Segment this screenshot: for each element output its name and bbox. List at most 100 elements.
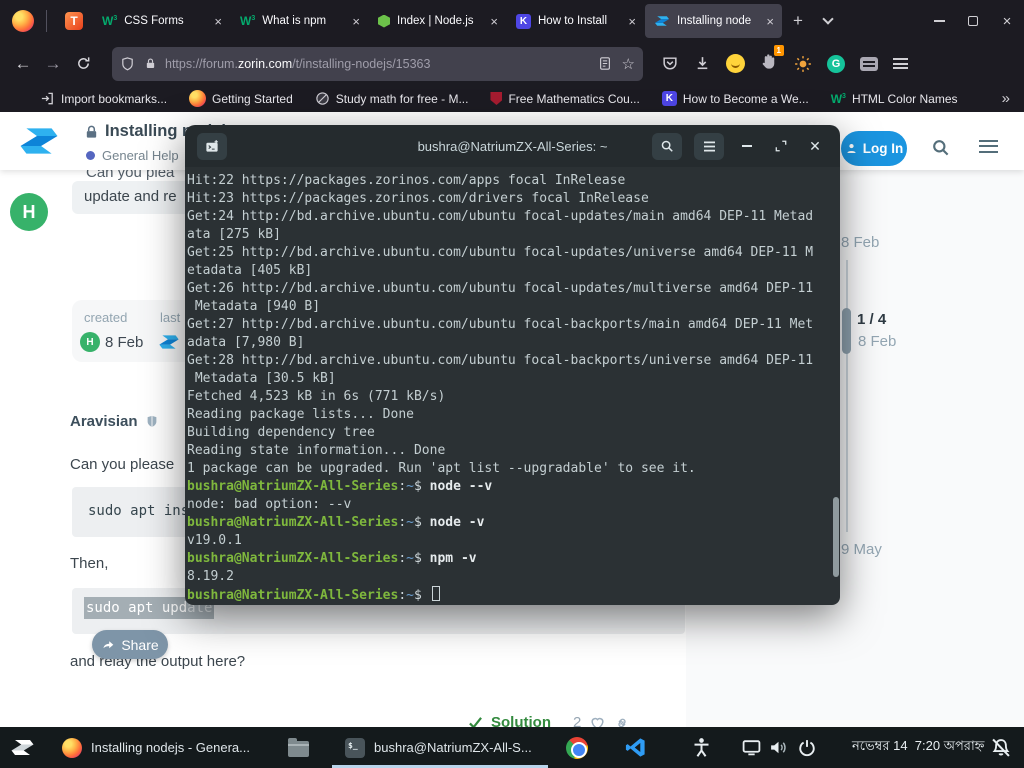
bookmark-import-bookmarks[interactable]: Import bookmarks... — [40, 91, 167, 106]
bookmarks-overflow-icon[interactable]: » — [1002, 90, 1010, 107]
terminal-line: v19.0.1 — [187, 532, 836, 550]
tab-close-icon[interactable]: × — [212, 14, 224, 29]
tab-close-icon[interactable]: × — [764, 14, 776, 29]
dark-reader-sun-icon[interactable] — [794, 55, 812, 73]
moderator-shield-icon — [145, 414, 159, 429]
tab-close-icon[interactable]: × — [350, 14, 362, 29]
like-count: 2 — [573, 714, 581, 727]
timeline-scrubber[interactable] — [842, 308, 851, 354]
tab-index-node-js[interactable]: Index | Node.js× — [369, 4, 506, 38]
folder-icon — [288, 741, 309, 757]
kinsta-icon: K — [516, 14, 531, 29]
minimize-icon — [742, 145, 752, 147]
browser-menu-icon[interactable] — [893, 58, 908, 69]
terminal-scrollbar[interactable] — [833, 497, 839, 577]
tab-installing-node[interactable]: Installing node× — [645, 4, 782, 38]
maximize-button[interactable] — [956, 0, 990, 42]
tab-list-button[interactable] — [813, 6, 843, 36]
post-author[interactable]: Aravisian — [70, 413, 159, 430]
pinned-tab[interactable]: T — [55, 4, 93, 38]
tab-what-is-npm[interactable]: W3What is npm× — [231, 4, 368, 38]
avatar[interactable]: H — [10, 193, 48, 231]
terminal-line: bushra@NatriumZX-All-Series:~$ node -v — [187, 514, 836, 532]
back-button[interactable]: ← — [8, 49, 38, 79]
power-button[interactable] — [798, 727, 816, 768]
notes-extension-icon[interactable] — [860, 57, 878, 71]
terminal-output[interactable]: Hit:22 https://packages.zorinos.com/apps… — [185, 167, 840, 605]
url-bar[interactable]: https://forum.zorin.com/t/installing-nod… — [112, 47, 643, 81]
firefox-icon — [62, 738, 82, 758]
w3schools-icon: W3 — [240, 15, 255, 27]
zorin-logo[interactable] — [18, 120, 60, 162]
person-icon — [845, 142, 858, 155]
minimize-button[interactable] — [922, 0, 956, 42]
notifications-button[interactable] — [990, 727, 1012, 768]
reload-button[interactable] — [68, 49, 98, 79]
download-icon[interactable] — [694, 55, 711, 72]
tab-strip: W3CSS Forms×W3What is npm×Index | Node.j… — [93, 0, 783, 42]
bookmark-label: How to Become a We... — [683, 92, 809, 106]
terminal-close-button[interactable]: ✕ — [804, 135, 826, 157]
extension-icons: 1 G — [661, 52, 908, 76]
extension-with-badge[interactable]: 1 — [760, 52, 779, 76]
terminal-menu-button[interactable] — [694, 133, 724, 160]
terminal-titlebar[interactable]: bushra@NatriumZX-All-Series: ~ ✕ — [185, 125, 840, 167]
zorin-avatar[interactable] — [158, 331, 180, 353]
volume-button[interactable] — [769, 727, 788, 768]
tab-how-to-install[interactable]: KHow to Install× — [507, 4, 644, 38]
tab-close-icon[interactable]: × — [488, 14, 500, 29]
terminal-search-button[interactable] — [652, 133, 682, 160]
terminal-line: 8.19.2 — [187, 568, 836, 586]
bookmark-study-math-for-free-m[interactable]: Study math for free - M... — [315, 91, 469, 106]
terminal-maximize-button[interactable] — [770, 135, 792, 157]
close-button[interactable]: × — [990, 0, 1024, 42]
bookmark-free-mathematics-cou[interactable]: Free Mathematics Cou... — [490, 92, 639, 106]
account-avatar-icon[interactable] — [726, 54, 745, 73]
search-icon[interactable] — [931, 138, 950, 157]
terminal-line: 1 package can be upgraded. Run 'apt list… — [187, 460, 836, 478]
link-icon[interactable] — [614, 715, 630, 728]
avatar[interactable]: H — [80, 332, 100, 352]
taskbar-vscode-button[interactable] — [624, 727, 647, 768]
timeline-end-date[interactable]: 9 May — [841, 541, 882, 558]
firefox-icon — [12, 10, 34, 32]
taskbar-firefox-window[interactable]: Installing nodejs - Genera... — [62, 727, 250, 768]
accessibility-button[interactable] — [692, 727, 711, 768]
tab-css-forms[interactable]: W3CSS Forms× — [93, 4, 230, 38]
crimson-shield-icon — [490, 92, 502, 105]
terminal-line: ata [275 kB] — [187, 226, 836, 244]
terminal-line: adata [7,980 B] — [187, 334, 836, 352]
terminal-cursor — [432, 586, 440, 601]
share-arrow-icon — [101, 638, 115, 651]
bookmark-star-icon[interactable]: ☆ — [622, 55, 635, 73]
terminal-line: Metadata [30.5 kB] — [187, 370, 836, 388]
login-button[interactable]: Log In — [841, 131, 907, 166]
terminal-minimize-button[interactable] — [736, 135, 758, 157]
tab-title: Index | Node.js — [397, 15, 488, 27]
taskbar-terminal-window[interactable]: $_ bushra@NatriumZX-All-S... — [345, 727, 532, 768]
terminal-line: Get:24 http://bd.archive.ubuntu.com/ubun… — [187, 208, 836, 226]
bookmark-getting-started[interactable]: Getting Started — [189, 90, 293, 107]
grammarly-icon[interactable]: G — [827, 55, 845, 73]
bookmark-html-color-names[interactable]: W3HTML Color Names — [831, 92, 958, 106]
bookmark-how-to-become-a-we[interactable]: KHow to Become a We... — [662, 91, 809, 106]
taskbar-files-button[interactable] — [288, 727, 309, 768]
display-settings-button[interactable] — [742, 727, 761, 768]
tab-close-icon[interactable]: × — [626, 14, 638, 29]
terminal-new-tab-button[interactable] — [197, 133, 227, 160]
power-icon — [798, 739, 816, 757]
forward-button[interactable]: → — [38, 49, 68, 79]
firefox-view-button[interactable] — [0, 4, 46, 38]
taskbar-chrome-button[interactable] — [566, 727, 588, 768]
solution-row: Solution 2 — [468, 714, 630, 727]
new-tab-button[interactable]: + — [783, 6, 813, 36]
reader-view-icon[interactable] — [598, 56, 612, 71]
share-button[interactable]: Share — [92, 630, 168, 659]
solution-label[interactable]: Solution — [491, 714, 551, 727]
pocket-icon[interactable] — [661, 55, 679, 72]
clock[interactable]: নভেম্বর 14 7:20 অপরাহ্ন — [852, 727, 984, 768]
forum-menu-icon[interactable] — [979, 140, 998, 153]
app-menu-button[interactable] — [10, 727, 35, 768]
heart-icon[interactable] — [589, 715, 606, 728]
category-label[interactable]: General Help — [102, 148, 179, 163]
